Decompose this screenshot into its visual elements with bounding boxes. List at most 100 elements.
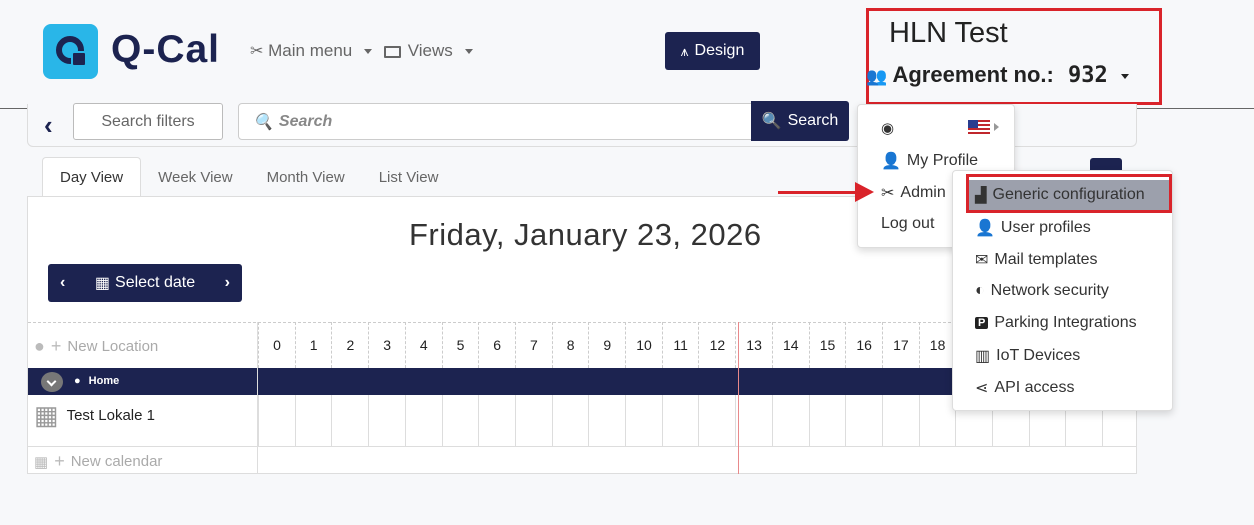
tab-day-view[interactable]: Day View bbox=[42, 157, 142, 197]
main-menu-dropdown[interactable]: ✂ Main menu bbox=[250, 41, 372, 61]
iot-devices-label: IoT Devices bbox=[996, 347, 1081, 364]
time-slot-cell[interactable] bbox=[588, 395, 625, 447]
time-slot-cell[interactable] bbox=[404, 395, 442, 447]
menu-item-network-security[interactable]: ◐ Network security bbox=[975, 282, 1109, 300]
parking-integrations-label: Parking Integrations bbox=[994, 314, 1137, 331]
menu-item-api-access[interactable]: ⋖ API access bbox=[975, 378, 1074, 398]
location-label: ● Home bbox=[74, 375, 119, 387]
search-input[interactable]: 🔍 Search bbox=[238, 103, 752, 140]
app-logo-text[interactable]: Q-Cal bbox=[111, 28, 220, 72]
share-icon: ⋖ bbox=[975, 380, 989, 397]
user-cog-icon: 👤 bbox=[881, 153, 901, 170]
time-slot-cell[interactable] bbox=[625, 395, 662, 447]
annotation-arrow bbox=[778, 191, 858, 194]
app-logo-icon[interactable] bbox=[43, 24, 98, 79]
hour-header: 0 bbox=[258, 322, 295, 368]
time-slot-cell[interactable] bbox=[294, 395, 332, 447]
tab-week-view[interactable]: Week View bbox=[141, 157, 249, 197]
hour-header: 14 bbox=[771, 322, 809, 368]
hour-header: 1 bbox=[294, 322, 332, 368]
menu-item-log-out[interactable]: Log out bbox=[881, 215, 934, 233]
user-profiles-label: User profiles bbox=[1000, 219, 1091, 236]
hour-header: 4 bbox=[404, 322, 442, 368]
time-slot-cell[interactable] bbox=[514, 395, 552, 447]
location-name: Home bbox=[88, 375, 120, 387]
globe-icon: ◉ bbox=[881, 120, 895, 137]
tab-list-view[interactable]: List View bbox=[362, 157, 456, 197]
map-marker-icon: ● bbox=[74, 375, 81, 387]
time-slot-cell[interactable] bbox=[551, 395, 589, 447]
menu-item-admin[interactable]: ✂ Admin bbox=[881, 183, 946, 203]
caret-down-icon bbox=[363, 49, 372, 55]
agreement-dropdown[interactable]: 👥 Agreement no.: 932 bbox=[866, 62, 1129, 88]
view-tabs: Day View Week View Month View List View bbox=[42, 157, 455, 197]
date-title: Friday, January 23, 2026 bbox=[409, 217, 762, 252]
menu-item-parking-integrations[interactable]: P Parking Integrations bbox=[975, 314, 1137, 332]
plus-icon: + bbox=[50, 336, 62, 356]
time-slot-cell[interactable] bbox=[441, 395, 479, 447]
column-divider bbox=[257, 322, 258, 474]
search-icon: 🔍 bbox=[253, 113, 273, 131]
search-icon: 🔍 bbox=[761, 113, 782, 130]
time-slot-cell[interactable] bbox=[258, 395, 295, 447]
user-shield-icon: 👤 bbox=[975, 220, 995, 237]
shield-icon: ◐ bbox=[975, 282, 985, 299]
hour-header: 6 bbox=[478, 322, 515, 368]
hour-header: 11 bbox=[661, 322, 699, 368]
admin-label: Admin bbox=[900, 184, 946, 201]
main-menu-label: Main menu bbox=[268, 41, 353, 60]
time-slot-cell[interactable] bbox=[771, 395, 809, 447]
chevron-left-icon[interactable]: ‹ bbox=[44, 110, 53, 141]
menu-item-my-profile[interactable]: 👤 My Profile bbox=[881, 151, 978, 171]
menu-item-user-profiles[interactable]: 👤 User profiles bbox=[975, 218, 1091, 238]
api-access-label: API access bbox=[994, 379, 1075, 396]
tools-icon: ✂ bbox=[881, 185, 895, 202]
new-location-button[interactable]: ● + New Location bbox=[34, 336, 158, 357]
language-selector[interactable]: ◉ bbox=[881, 119, 894, 137]
hour-header: 13 bbox=[735, 322, 772, 368]
parking-icon: P bbox=[975, 317, 989, 329]
search-button[interactable]: 🔍 Search bbox=[751, 101, 849, 141]
search-filters-button[interactable]: Search filters bbox=[73, 103, 223, 140]
design-button-label: Design bbox=[694, 42, 745, 59]
select-date-button[interactable]: ▦ Select date bbox=[95, 273, 195, 293]
time-slot-cell[interactable] bbox=[881, 395, 919, 447]
hour-header: 3 bbox=[368, 322, 405, 368]
prev-day-icon[interactable]: ‹ bbox=[60, 274, 65, 292]
new-calendar-button[interactable]: ▦ + New calendar bbox=[34, 451, 162, 472]
next-day-icon[interactable]: › bbox=[225, 274, 230, 292]
hour-header: 18 bbox=[918, 322, 956, 368]
time-slot-cell[interactable] bbox=[368, 395, 405, 447]
monitor-icon bbox=[384, 45, 401, 58]
calendar-label[interactable]: ▦ Test Lokale 1 bbox=[34, 402, 155, 428]
time-slot-cell[interactable] bbox=[918, 395, 956, 447]
views-dropdown[interactable]: Views bbox=[384, 41, 473, 61]
annotation-arrow-head bbox=[855, 182, 874, 202]
time-slot-cell[interactable] bbox=[735, 395, 772, 447]
tab-month-view[interactable]: Month View bbox=[250, 157, 362, 197]
menu-item-mail-templates[interactable]: ✉ Mail templates bbox=[975, 250, 1098, 270]
hour-header: 2 bbox=[331, 322, 368, 368]
time-slot-cell[interactable] bbox=[698, 395, 735, 447]
hour-header: 17 bbox=[881, 322, 919, 368]
calendar-icon: ▦ bbox=[34, 400, 59, 430]
search-button-label: Search bbox=[787, 112, 839, 129]
calendar-icon: ▦ bbox=[34, 453, 49, 471]
time-slot-cell[interactable] bbox=[661, 395, 699, 447]
hour-header: 8 bbox=[551, 322, 589, 368]
us-flag-icon[interactable] bbox=[968, 120, 990, 135]
time-slot-cell[interactable] bbox=[331, 395, 368, 447]
plus-icon: + bbox=[54, 451, 65, 471]
calendar-name: Test Lokale 1 bbox=[66, 406, 155, 424]
menu-item-iot-devices[interactable]: ▥ IoT Devices bbox=[975, 346, 1080, 366]
log-out-label: Log out bbox=[881, 215, 935, 232]
time-slot-cell[interactable] bbox=[808, 395, 846, 447]
select-date-label: Select date bbox=[115, 274, 196, 291]
current-time-line bbox=[738, 322, 739, 474]
design-button[interactable]: ⩚ Design bbox=[665, 32, 760, 70]
hour-header: 5 bbox=[441, 322, 479, 368]
collapse-toggle-icon[interactable] bbox=[41, 372, 63, 392]
time-slot-cell[interactable] bbox=[845, 395, 882, 447]
time-slot-cell[interactable] bbox=[478, 395, 515, 447]
map-marker-icon: ● bbox=[34, 336, 45, 356]
